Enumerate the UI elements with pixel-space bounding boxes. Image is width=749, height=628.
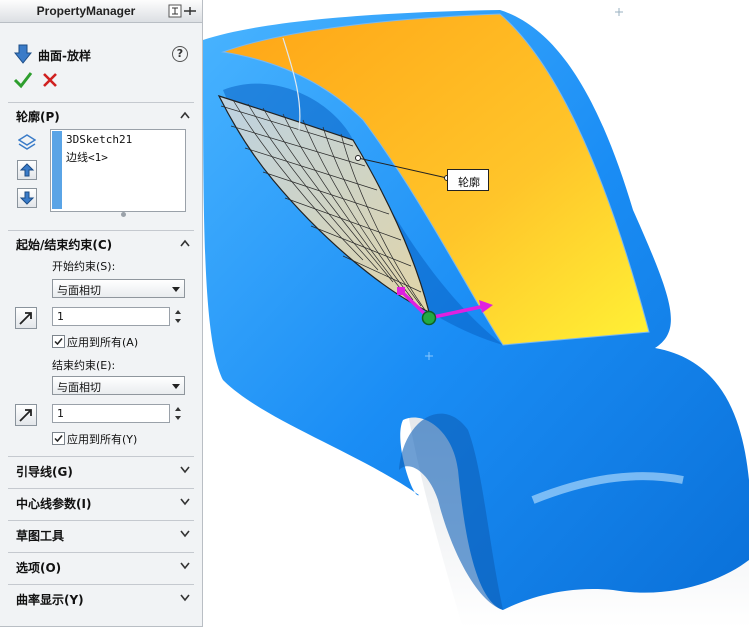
check-icon [54, 338, 63, 346]
centerline-group-title[interactable]: 中心线参数(I) [16, 495, 91, 512]
callout-anchor-point [355, 155, 361, 161]
graphics-viewport[interactable] [203, 0, 749, 628]
pin-icon[interactable] [168, 4, 198, 18]
list-item[interactable]: 边线<1> [66, 149, 108, 165]
end-direction-button[interactable] [15, 404, 37, 426]
group-divider [8, 584, 194, 585]
help-icon[interactable]: ? [172, 46, 188, 62]
direction-vector-icon [19, 409, 32, 422]
group-divider [8, 456, 194, 457]
end-apply-all-label: 应用到所有(Y) [67, 433, 138, 446]
direction-vector-icon [19, 312, 32, 325]
property-manager-header: PropertyManager [0, 0, 202, 23]
feature-name: 曲面-放样 [38, 49, 91, 63]
end-constraint-dropdown[interactable]: 与面相切 [52, 376, 185, 395]
connector-point[interactable] [421, 310, 437, 326]
property-manager-panel: PropertyManager 曲面-放样 ? 轮廓(P) 3DSketch21… [0, 0, 203, 627]
chevron-down-icon[interactable] [180, 594, 190, 602]
profile-callout[interactable]: 轮廓 [447, 169, 489, 191]
chevron-up-icon[interactable] [180, 111, 190, 119]
list-item[interactable]: 3DSketch21 [66, 133, 132, 146]
start-constraint-dropdown[interactable]: 与面相切 [52, 279, 185, 298]
list-selection-strip [52, 131, 62, 209]
property-manager-title: PropertyManager [36, 4, 136, 18]
start-constraint-value: 与面相切 [57, 284, 101, 297]
arrow-up-icon [19, 163, 35, 177]
resize-handle[interactable] [121, 212, 126, 217]
sketch-tools-group-title[interactable]: 草图工具 [16, 527, 64, 544]
group-divider [8, 520, 194, 521]
chevron-up-icon[interactable] [180, 239, 190, 247]
options-group-title[interactable]: 选项(O) [16, 559, 61, 576]
chevron-down-icon[interactable] [180, 498, 190, 506]
dropdown-arrow-icon [172, 384, 180, 389]
check-icon [54, 435, 63, 443]
end-tangent-length-value: 1 [57, 407, 64, 420]
start-direction-button[interactable] [15, 307, 37, 329]
profile-callout-label: 轮廓 [458, 176, 480, 189]
group-divider [8, 230, 194, 231]
chevron-down-icon[interactable] [180, 466, 190, 474]
end-constraint-label: 结束约束(E): [52, 359, 116, 372]
cancel-button[interactable] [40, 70, 60, 90]
end-apply-all-checkbox[interactable] [52, 432, 65, 445]
group-divider [8, 552, 194, 553]
dropdown-arrow-icon [172, 287, 180, 292]
guide-curves-group-title[interactable]: 引导线(G) [16, 463, 73, 480]
move-down-button[interactable] [17, 188, 37, 208]
end-spin-buttons[interactable] [172, 404, 184, 423]
origin-marker [615, 8, 623, 16]
group-divider [8, 102, 194, 103]
profile-icon [18, 134, 36, 150]
loft-surface-icon [14, 44, 32, 64]
arrow-down-icon [19, 191, 35, 205]
start-end-group-title[interactable]: 起始/结束约束(C) [16, 236, 112, 253]
start-tangent-length-input[interactable]: 1 [52, 307, 170, 326]
start-apply-all-checkbox[interactable] [52, 335, 65, 348]
start-constraint-label: 开始约束(S): [52, 260, 116, 273]
curvature-display-group-title[interactable]: 曲率显示(Y) [16, 591, 84, 608]
start-spin-buttons[interactable] [172, 307, 184, 326]
chevron-down-icon[interactable] [180, 530, 190, 538]
move-up-button[interactable] [17, 160, 37, 180]
ok-button[interactable] [13, 70, 33, 90]
start-tangent-length-value: 1 [57, 310, 64, 323]
start-apply-all-label: 应用到所有(A) [67, 336, 139, 349]
profile-group-title[interactable]: 轮廓(P) [16, 108, 60, 125]
chevron-down-icon[interactable] [180, 562, 190, 570]
end-constraint-value: 与面相切 [57, 381, 101, 394]
group-divider [8, 488, 194, 489]
tangent-handle-endpoint[interactable] [397, 287, 405, 295]
end-tangent-length-input[interactable]: 1 [52, 404, 170, 423]
